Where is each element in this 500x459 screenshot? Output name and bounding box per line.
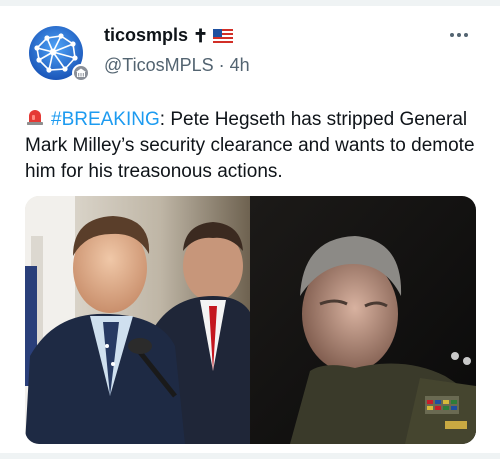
hashtag-breaking[interactable]: #BREAKING xyxy=(51,109,160,130)
more-horizontal-icon[interactable] xyxy=(450,30,472,40)
display-name[interactable]: ticosmpls xyxy=(104,25,188,46)
tweet-image[interactable] xyxy=(25,196,476,444)
us-flag-icon xyxy=(213,28,234,43)
timestamp[interactable]: 4h xyxy=(230,55,250,75)
author-name-row[interactable]: ticosmpls ✝ xyxy=(104,25,234,46)
bottom-divider xyxy=(0,453,500,459)
handle[interactable]: @TicosMPLS xyxy=(104,55,214,75)
top-divider xyxy=(0,0,500,6)
rotating-light-icon xyxy=(27,110,43,125)
cross-emoji: ✝ xyxy=(193,25,209,46)
tweet-text: #BREAKING: Pete Hegseth has stripped Gen… xyxy=(25,107,485,185)
separator: · xyxy=(218,55,225,75)
government-badge-icon xyxy=(72,64,90,82)
author-handle-row: @TicosMPLS · 4h xyxy=(104,55,250,76)
